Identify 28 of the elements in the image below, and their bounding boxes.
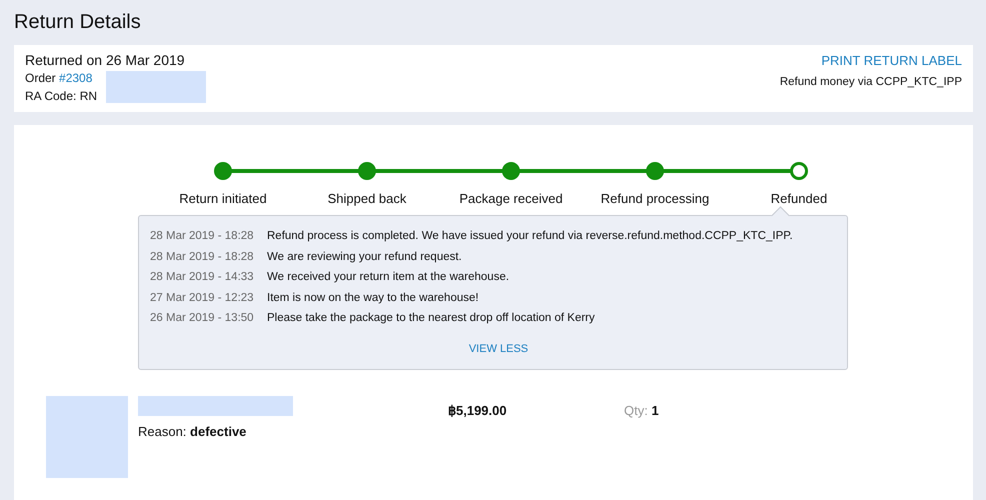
return-date: Returned on 26 Mar 2019 (25, 52, 185, 69)
step-label: Refunded (770, 191, 828, 206)
history-message: We are reviewing your refund request. (267, 250, 462, 264)
ra-code-label: RA Code: RN (25, 89, 98, 103)
step-label: Refund processing (600, 191, 710, 206)
history-time: 28 Mar 2019 - 18:28 (150, 250, 255, 264)
print-label-link[interactable]: PRINT RETURN LABEL (821, 53, 962, 69)
history-time: 27 Mar 2019 - 12:23 (150, 290, 255, 306)
history-time: 26 Mar 2019 - 13:50 (150, 311, 255, 326)
page-title: Return Details (14, 10, 142, 35)
view-less-link[interactable]: VIEW LESS (468, 342, 528, 354)
reason-value: defective (190, 424, 246, 439)
item-price: ฿5,199.00 (448, 403, 508, 420)
step-label: Return initiated (179, 191, 267, 206)
history-message: Please take the package to the nearest drop off location of Kerry (267, 311, 595, 326)
reason-label: Reason: (138, 424, 186, 439)
step-label: Package received (459, 191, 563, 206)
refund-method: Refund money via CCPP_KTC_IPP (780, 75, 962, 90)
order-link[interactable]: #2308 (59, 71, 92, 85)
qty-label: Qty: (624, 403, 648, 418)
order-label: Order (25, 71, 56, 85)
history-message: Item is now on the way to the warehouse! (267, 290, 479, 306)
step-label: Shipped back (328, 191, 406, 206)
history-message: We received your return item at the warehouse. (267, 270, 510, 285)
history-time: 28 Mar 2019 - 14:33 (150, 270, 255, 285)
history-message: Refund process is completed. We have issued your refund via reverse.refund.method.CCPP_KTC_IPP. (267, 229, 793, 244)
qty-value: 1 (651, 403, 659, 418)
history-time: 28 Mar 2019 - 18:28 (150, 229, 255, 244)
